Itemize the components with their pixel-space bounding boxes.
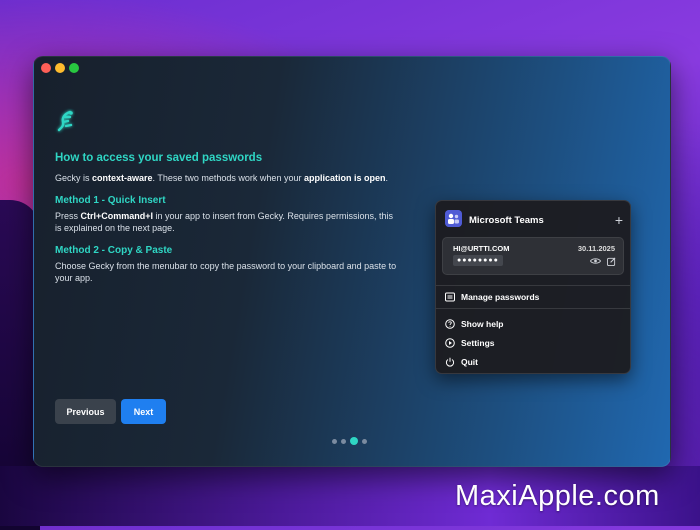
edit-icon[interactable]	[607, 257, 616, 266]
method1-text: Press Ctrl+Command+I in your app to inse…	[55, 211, 393, 233]
page-dot-2[interactable]	[341, 438, 346, 444]
watermark: MaxiApple.com	[455, 480, 660, 512]
power-icon	[445, 357, 455, 367]
menu-item-manage-passwords[interactable]: Manage passwords	[445, 292, 539, 302]
password-entry-card[interactable]: HI@URTTI.COM 30.11.2025 ●●●●●●●●	[442, 237, 624, 275]
menu-item-label: Settings	[461, 338, 495, 348]
next-button[interactable]: Next	[121, 399, 166, 424]
menu-item-show-help[interactable]: Show help	[445, 319, 504, 329]
menu-item-label: Quit	[461, 357, 478, 367]
onboarding-window: How to access your saved passwords Gecky…	[33, 56, 671, 467]
menu-item-settings[interactable]: Settings	[445, 338, 495, 348]
list-icon	[445, 292, 455, 302]
entry-date: 30.11.2025	[577, 244, 615, 253]
minimize-window-button[interactable]	[55, 63, 65, 73]
menu-divider	[436, 308, 630, 309]
entry-username: HI@URTTI.COM	[453, 244, 510, 253]
app-name: Microsoft Teams	[469, 215, 544, 226]
instructions-panel: How to access your saved passwords Gecky…	[55, 151, 400, 284]
close-window-button[interactable]	[41, 63, 51, 73]
method2-text: Choose Gecky from the menubar to copy th…	[55, 261, 397, 283]
method1-heading: Method 1 - Quick Insert	[55, 195, 166, 206]
page-dot-4[interactable]	[362, 438, 367, 444]
microsoft-teams-icon	[445, 210, 462, 227]
menu-divider	[436, 285, 630, 286]
page-indicator	[332, 437, 367, 445]
gecky-menubar-popup: Microsoft Teams + HI@URTTI.COM 30.11.202…	[435, 200, 631, 374]
settings-icon	[445, 338, 455, 348]
add-password-button[interactable]: +	[615, 213, 623, 227]
eye-icon[interactable]	[590, 257, 601, 265]
method2-heading: Method 2 - Copy & Paste	[55, 245, 173, 256]
gecky-logo-icon	[57, 110, 73, 132]
entry-password-mask: ●●●●●●●●	[453, 255, 503, 266]
previous-button[interactable]: Previous	[55, 399, 116, 424]
page-title: How to access your saved passwords	[55, 152, 263, 164]
menu-item-quit[interactable]: Quit	[445, 357, 478, 367]
menu-item-label: Manage passwords	[461, 292, 540, 302]
zoom-window-button[interactable]	[69, 63, 79, 73]
help-icon	[445, 319, 455, 329]
intro-text: Gecky is context-aware. These two method…	[55, 173, 388, 183]
menu-item-label: Show help	[461, 319, 504, 329]
page-dot-1[interactable]	[332, 438, 337, 444]
page-dot-3-active[interactable]	[350, 437, 358, 445]
